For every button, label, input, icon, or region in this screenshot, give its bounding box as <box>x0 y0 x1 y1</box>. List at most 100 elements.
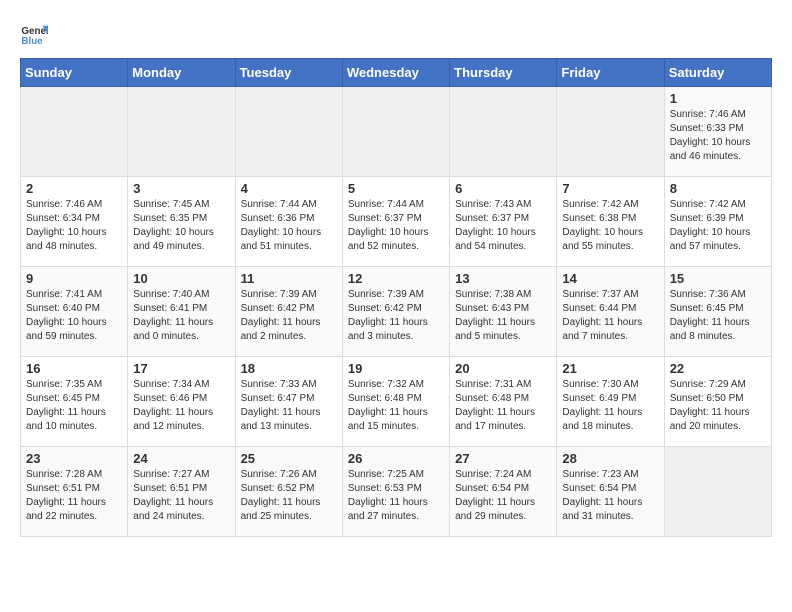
day-number: 2 <box>26 181 122 196</box>
calendar-cell: 14 Sunrise: 7:37 AMSunset: 6:44 PMDayligh… <box>557 267 664 357</box>
calendar-cell <box>128 87 235 177</box>
calendar-week-5: 23 Sunrise: 7:28 AMSunset: 6:51 PMDayligh… <box>21 447 772 537</box>
calendar-cell: 27 Sunrise: 7:24 AMSunset: 6:54 PMDayligh… <box>450 447 557 537</box>
day-info: Sunrise: 7:32 AMSunset: 6:48 PMDaylight:… <box>348 378 444 434</box>
calendar-week-3: 9 Sunrise: 7:41 AMSunset: 6:40 PMDaylight… <box>21 267 772 357</box>
day-number: 25 <box>241 451 337 466</box>
day-info: Sunrise: 7:42 AMSunset: 6:39 PMDaylight:… <box>670 198 766 254</box>
calendar-cell: 20 Sunrise: 7:31 AMSunset: 6:48 PMDayligh… <box>450 357 557 447</box>
weekday-header-wednesday: Wednesday <box>342 59 449 87</box>
day-number: 19 <box>348 361 444 376</box>
day-number: 4 <box>241 181 337 196</box>
calendar-cell: 7 Sunrise: 7:42 AMSunset: 6:38 PMDaylight… <box>557 177 664 267</box>
calendar-cell: 21 Sunrise: 7:30 AMSunset: 6:49 PMDayligh… <box>557 357 664 447</box>
calendar-cell: 11 Sunrise: 7:39 AMSunset: 6:42 PMDayligh… <box>235 267 342 357</box>
day-info: Sunrise: 7:33 AMSunset: 6:47 PMDaylight:… <box>241 378 337 434</box>
calendar-cell: 13 Sunrise: 7:38 AMSunset: 6:43 PMDayligh… <box>450 267 557 357</box>
day-number: 24 <box>133 451 229 466</box>
calendar-cell: 24 Sunrise: 7:27 AMSunset: 6:51 PMDayligh… <box>128 447 235 537</box>
day-number: 15 <box>670 271 766 286</box>
day-info: Sunrise: 7:37 AMSunset: 6:44 PMDaylight:… <box>562 288 658 344</box>
calendar-cell: 28 Sunrise: 7:23 AMSunset: 6:54 PMDayligh… <box>557 447 664 537</box>
calendar-week-4: 16Sunrise: 7:35 AMSunset: 6:45 PMDayligh… <box>21 357 772 447</box>
logo-icon: General Blue <box>20 20 48 48</box>
day-info: Sunrise: 7:38 AMSunset: 6:43 PMDaylight:… <box>455 288 551 344</box>
weekday-header-sunday: Sunday <box>21 59 128 87</box>
day-info: Sunrise: 7:39 AMSunset: 6:42 PMDaylight:… <box>241 288 337 344</box>
day-info: Sunrise: 7:46 AMSunset: 6:33 PMDaylight:… <box>670 108 766 164</box>
calendar-cell <box>664 447 771 537</box>
day-number: 11 <box>241 271 337 286</box>
calendar-cell <box>21 87 128 177</box>
day-info: Sunrise: 7:42 AMSunset: 6:38 PMDaylight:… <box>562 198 658 254</box>
day-info: Sunrise: 7:43 AMSunset: 6:37 PMDaylight:… <box>455 198 551 254</box>
weekday-header-row: SundayMondayTuesdayWednesdayThursdayFrid… <box>21 59 772 87</box>
day-info: Sunrise: 7:26 AMSunset: 6:52 PMDaylight:… <box>241 468 337 524</box>
day-info: Sunrise: 7:28 AMSunset: 6:51 PMDaylight:… <box>26 468 122 524</box>
calendar-cell: 2 Sunrise: 7:46 AMSunset: 6:34 PMDaylight… <box>21 177 128 267</box>
day-info: Sunrise: 7:46 AMSunset: 6:34 PMDaylight:… <box>26 198 122 254</box>
header: General Blue <box>20 20 772 48</box>
calendar-week-2: 2 Sunrise: 7:46 AMSunset: 6:34 PMDaylight… <box>21 177 772 267</box>
calendar-table: SundayMondayTuesdayWednesdayThursdayFrid… <box>20 58 772 537</box>
day-number: 26 <box>348 451 444 466</box>
day-number: 12 <box>348 271 444 286</box>
calendar-cell <box>342 87 449 177</box>
calendar-week-1: 1 Sunrise: 7:46 AMSunset: 6:33 PMDaylight… <box>21 87 772 177</box>
day-number: 23 <box>26 451 122 466</box>
day-number: 7 <box>562 181 658 196</box>
day-info: Sunrise: 7:44 AMSunset: 6:36 PMDaylight:… <box>241 198 337 254</box>
calendar-cell: 16Sunrise: 7:35 AMSunset: 6:45 PMDayligh… <box>21 357 128 447</box>
day-number: 16 <box>26 361 122 376</box>
day-info: Sunrise: 7:24 AMSunset: 6:54 PMDaylight:… <box>455 468 551 524</box>
day-info: Sunrise: 7:45 AMSunset: 6:35 PMDaylight:… <box>133 198 229 254</box>
calendar-cell <box>235 87 342 177</box>
day-info: Sunrise: 7:23 AMSunset: 6:54 PMDaylight:… <box>562 468 658 524</box>
weekday-header-saturday: Saturday <box>664 59 771 87</box>
day-number: 28 <box>562 451 658 466</box>
day-number: 3 <box>133 181 229 196</box>
day-number: 18 <box>241 361 337 376</box>
calendar-cell: 17Sunrise: 7:34 AMSunset: 6:46 PMDayligh… <box>128 357 235 447</box>
day-number: 1 <box>670 91 766 106</box>
calendar-cell: 12Sunrise: 7:39 AMSunset: 6:42 PMDayligh… <box>342 267 449 357</box>
day-number: 22 <box>670 361 766 376</box>
weekday-header-friday: Friday <box>557 59 664 87</box>
day-number: 17 <box>133 361 229 376</box>
day-info: Sunrise: 7:30 AMSunset: 6:49 PMDaylight:… <box>562 378 658 434</box>
weekday-header-tuesday: Tuesday <box>235 59 342 87</box>
day-info: Sunrise: 7:29 AMSunset: 6:50 PMDaylight:… <box>670 378 766 434</box>
calendar-cell: 6 Sunrise: 7:43 AMSunset: 6:37 PMDaylight… <box>450 177 557 267</box>
calendar-cell: 22 Sunrise: 7:29 AMSunset: 6:50 PMDayligh… <box>664 357 771 447</box>
calendar-cell: 1 Sunrise: 7:46 AMSunset: 6:33 PMDaylight… <box>664 87 771 177</box>
calendar-cell <box>557 87 664 177</box>
day-info: Sunrise: 7:25 AMSunset: 6:53 PMDaylight:… <box>348 468 444 524</box>
day-info: Sunrise: 7:36 AMSunset: 6:45 PMDaylight:… <box>670 288 766 344</box>
day-number: 9 <box>26 271 122 286</box>
calendar-cell: 18 Sunrise: 7:33 AMSunset: 6:47 PMDayligh… <box>235 357 342 447</box>
logo: General Blue <box>20 20 48 48</box>
day-number: 13 <box>455 271 551 286</box>
day-number: 21 <box>562 361 658 376</box>
day-info: Sunrise: 7:31 AMSunset: 6:48 PMDaylight:… <box>455 378 551 434</box>
day-info: Sunrise: 7:27 AMSunset: 6:51 PMDaylight:… <box>133 468 229 524</box>
day-number: 14 <box>562 271 658 286</box>
calendar-cell: 15 Sunrise: 7:36 AMSunset: 6:45 PMDayligh… <box>664 267 771 357</box>
day-number: 20 <box>455 361 551 376</box>
day-info: Sunrise: 7:41 AMSunset: 6:40 PMDaylight:… <box>26 288 122 344</box>
day-number: 5 <box>348 181 444 196</box>
calendar-cell: 8 Sunrise: 7:42 AMSunset: 6:39 PMDaylight… <box>664 177 771 267</box>
calendar-cell: 25 Sunrise: 7:26 AMSunset: 6:52 PMDayligh… <box>235 447 342 537</box>
calendar-cell: 23 Sunrise: 7:28 AMSunset: 6:51 PMDayligh… <box>21 447 128 537</box>
day-info: Sunrise: 7:40 AMSunset: 6:41 PMDaylight:… <box>133 288 229 344</box>
calendar-cell: 10Sunrise: 7:40 AMSunset: 6:41 PMDayligh… <box>128 267 235 357</box>
calendar-cell: 19 Sunrise: 7:32 AMSunset: 6:48 PMDayligh… <box>342 357 449 447</box>
calendar-cell: 4 Sunrise: 7:44 AMSunset: 6:36 PMDaylight… <box>235 177 342 267</box>
day-info: Sunrise: 7:44 AMSunset: 6:37 PMDaylight:… <box>348 198 444 254</box>
calendar-cell: 3 Sunrise: 7:45 AMSunset: 6:35 PMDaylight… <box>128 177 235 267</box>
day-number: 27 <box>455 451 551 466</box>
day-number: 6 <box>455 181 551 196</box>
day-number: 8 <box>670 181 766 196</box>
weekday-header-thursday: Thursday <box>450 59 557 87</box>
calendar-cell: 26 Sunrise: 7:25 AMSunset: 6:53 PMDayligh… <box>342 447 449 537</box>
